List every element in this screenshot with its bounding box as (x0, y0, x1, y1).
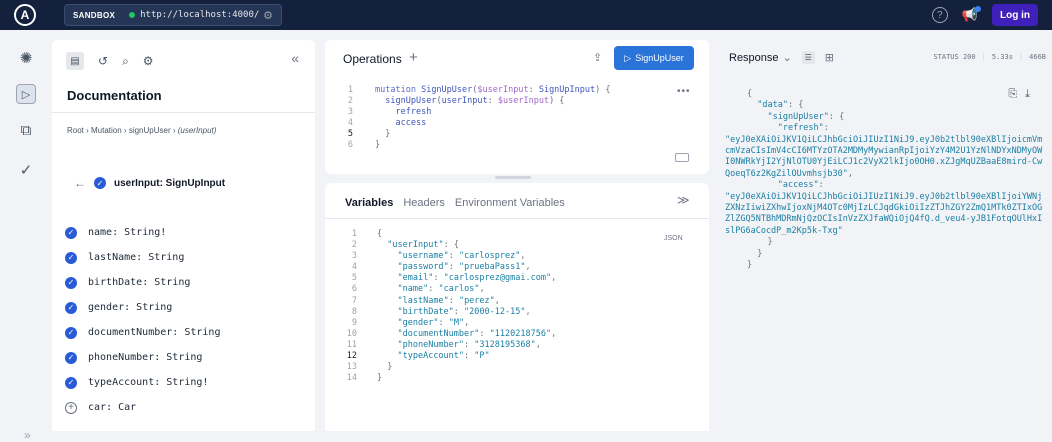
apollo-logo: A (14, 4, 36, 26)
run-button-label: SignUpUser (635, 53, 684, 63)
check-icon[interactable]: ✓ (65, 301, 77, 314)
check-icon[interactable]: ✓ (94, 177, 106, 189)
field-row[interactable]: ✓ gender: String (65, 295, 305, 320)
add-field-icon[interactable]: + (65, 401, 77, 414)
divider (52, 112, 315, 113)
field-row[interactable]: ✓ documentNumber: String (65, 320, 305, 345)
operation-editor[interactable]: mutation SignUpUser($userInput: SignUpIn… (375, 85, 610, 152)
schema-icon[interactable]: ✺ (16, 48, 36, 68)
connection-status-dot (129, 12, 136, 18)
line-numbers: 1 2 3 4 5 6 7 8 9 10 11 12 13 14 (346, 229, 357, 384)
field-row[interactable]: ✓ birthDate: String (65, 270, 305, 295)
operations-panel: Operations + ⇪ ▷ SignUpUser ••• 1 2 3 4 5… (325, 40, 709, 174)
resize-handle[interactable] (495, 176, 531, 179)
field-type: String (148, 252, 185, 263)
operations-title: Operations (343, 52, 402, 66)
variables-panel: Variables Headers Environment Variables … (325, 176, 709, 431)
field-name: gender (88, 302, 125, 313)
refresh-token: eyJ0eXAiOiJKV1QiLCJhbGciOiJIUzI1NiJ9.eyJ… (725, 134, 1043, 179)
breadcrumb-root[interactable]: Root (67, 126, 84, 135)
new-tab-plus-icon[interactable]: + (409, 49, 418, 66)
check-icon[interactable]: ✓ (65, 276, 77, 289)
table-view-icon[interactable]: ⊞ (825, 51, 834, 64)
run-operation-button[interactable]: ▷ SignUpUser (614, 46, 694, 70)
field-name: car (88, 402, 107, 413)
field-name: phoneNumber (88, 352, 155, 363)
tab-variables[interactable]: Variables (345, 197, 393, 209)
field-type: Car (118, 402, 137, 413)
help-icon[interactable]: ? (931, 7, 948, 23)
endpoint-bar[interactable]: SANDBOX http://localhost:4000/ ⚙ (64, 4, 282, 26)
chevron-down-icon[interactable]: ⌄ (783, 51, 792, 64)
breadcrumb-mutation[interactable]: Mutation (91, 126, 122, 135)
collapse-chevron-icon[interactable]: ≫ (677, 193, 690, 207)
check-icon[interactable]: ✓ (65, 326, 77, 339)
check-icon[interactable]: ✓ (65, 376, 77, 389)
field-list: ✓ name: String! ✓ lastName: String ✓ birthD… (65, 220, 305, 420)
explorer-icon[interactable]: ▷ (16, 84, 36, 104)
type-heading: ← ✓ userInput: SignUpInput (74, 176, 226, 190)
breadcrumb-arg: (userInput) (177, 126, 217, 135)
breadcrumb-field[interactable]: signUpUser (129, 126, 171, 135)
field-type: String (184, 327, 221, 338)
field-name: lastName (88, 252, 137, 263)
tab-headers[interactable]: Headers (403, 197, 445, 209)
play-icon: ▷ (624, 52, 632, 63)
check-icon[interactable]: ✓ (65, 351, 77, 364)
field-row[interactable]: ✓ typeAccount: String! (65, 370, 305, 395)
divider (325, 218, 709, 219)
field-row[interactable]: + car: Car (65, 395, 305, 420)
field-type: String! (166, 377, 209, 388)
more-options-icon[interactable]: ••• (677, 86, 691, 97)
settings-icon[interactable]: ⚙ (143, 54, 154, 68)
line-numbers: 1 2 3 4 5 6 (347, 85, 353, 151)
check-icon[interactable]: ✓ (65, 251, 77, 264)
history-icon[interactable]: ↺ (98, 54, 108, 68)
left-rail: ✺ ▷ ⧉ ✓ » (0, 30, 52, 442)
json-format-tag: JSON (664, 235, 683, 242)
response-title[interactable]: Response (729, 52, 779, 64)
breadcrumb: Root › Mutation › signUpUser › (userInpu… (67, 126, 217, 135)
field-type: String! (124, 227, 167, 238)
check-icon[interactable]: ✓ (65, 226, 77, 239)
response-body: { "data": { "signUpUser": { "refresh": "… (725, 89, 1043, 271)
documentation-tab-icon[interactable]: ▤ (66, 52, 84, 70)
tab-environment-variables[interactable]: Environment Variables (455, 197, 565, 209)
endpoint-url[interactable]: http://localhost:4000/ (140, 10, 263, 20)
search-icon[interactable]: ⌕ (122, 54, 129, 69)
login-button[interactable]: Log in (992, 4, 1038, 26)
field-row[interactable]: ✓ phoneNumber: String (65, 345, 305, 370)
variables-editor[interactable]: { "userInput": { "username": "carlosprez… (377, 229, 556, 384)
type-name: SignUpInput (165, 177, 226, 189)
field-type: String (154, 277, 191, 288)
field-name: typeAccount (88, 377, 155, 388)
field-row[interactable]: ✓ lastName: String (65, 245, 305, 270)
access-token: eyJ0eXAiOiJKV1QiLCJhbGciOiJIUzI1NiJ9.eyJ… (725, 191, 1043, 236)
response-status: STATUS 200 | 5.33s | 466B (933, 53, 1046, 61)
back-arrow-icon[interactable]: ← (74, 176, 86, 190)
documentation-panel: ▤ ↺ ⌕ ⚙ « Documentation Root › Mutation … (52, 40, 362, 431)
field-name: name (88, 227, 113, 238)
connection-settings-icon[interactable]: ⚙ (263, 9, 273, 22)
field-type: String (136, 302, 173, 313)
response-panel: Response ⌄ ☰ ⊞ STATUS 200 | 5.33s | 466B… (719, 40, 1052, 431)
field-name: documentNumber (88, 327, 173, 338)
field-name: birthDate (88, 277, 143, 288)
field-type: String (166, 352, 203, 363)
collapse-panel-icon[interactable]: « (291, 50, 299, 66)
sandbox-tag: SANDBOX (73, 10, 116, 20)
expand-rail-icon[interactable]: » (24, 428, 31, 442)
announcements-icon[interactable]: 📢 (962, 6, 982, 23)
field-row[interactable]: ✓ name: String! (65, 220, 305, 245)
top-bar: A SANDBOX http://localhost:4000/ ⚙ ? 📢 L… (0, 0, 1052, 30)
keyboard-shortcuts-icon[interactable] (675, 153, 689, 162)
type-arg-name: userInput (114, 177, 160, 189)
checks-icon[interactable]: ✓ (16, 160, 36, 180)
references-icon[interactable]: ⧉ (16, 120, 36, 140)
documentation-title: Documentation (67, 88, 162, 103)
tree-view-icon[interactable]: ☰ (801, 51, 815, 64)
share-icon[interactable]: ⇪ (593, 51, 602, 64)
